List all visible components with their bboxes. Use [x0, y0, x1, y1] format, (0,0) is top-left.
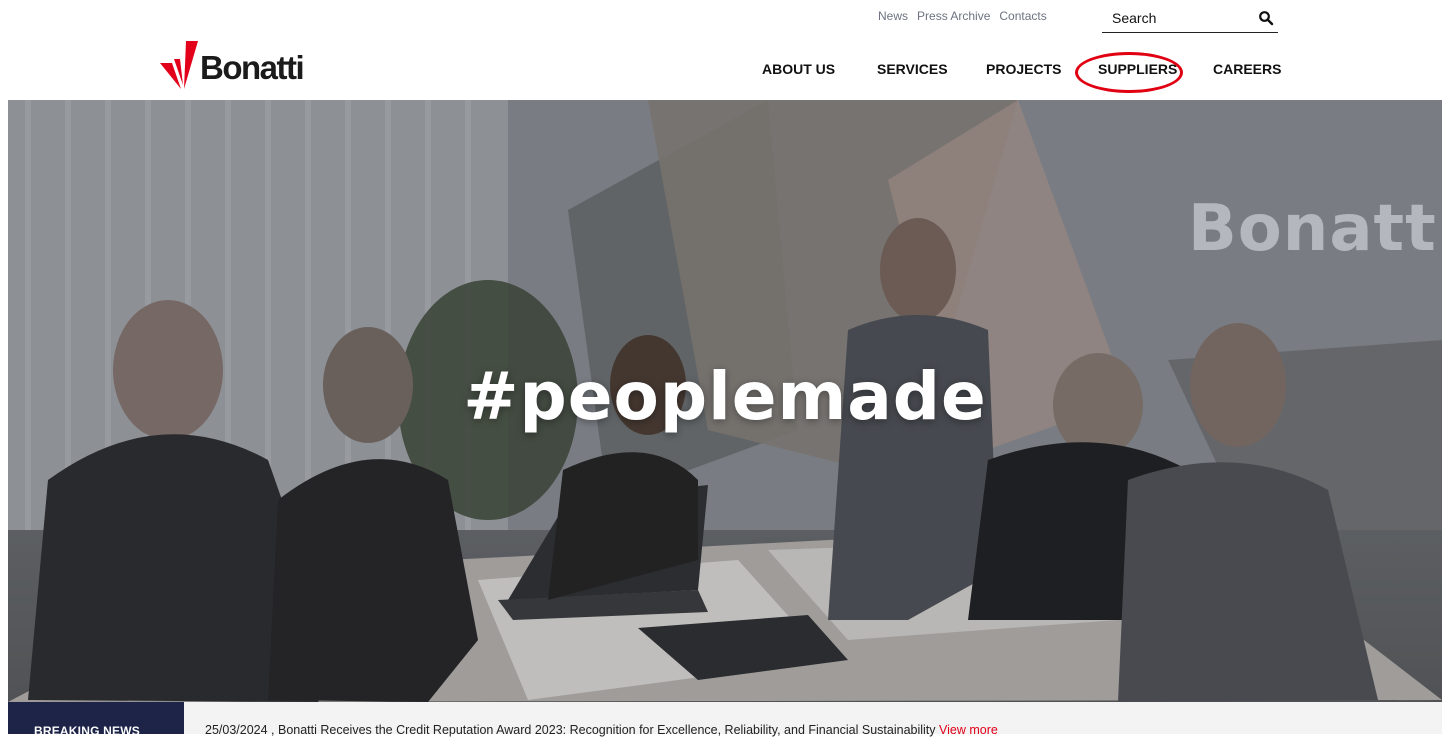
- utility-links: News Press Archive Contacts: [878, 9, 1047, 23]
- search-box: [1102, 4, 1278, 33]
- breaking-news-item: 25/03/2024 , Bonatti Receives the Credit…: [205, 723, 998, 737]
- utility-link-news[interactable]: News: [878, 9, 908, 23]
- breaking-news-bar: BREAKING NEWS 25/03/2024 , Bonatti Recei…: [8, 702, 1442, 738]
- breaking-news-text: 25/03/2024 , Bonatti Receives the Credit…: [205, 723, 936, 737]
- nav-careers[interactable]: CAREERS: [1213, 61, 1281, 77]
- search-icon[interactable]: [1258, 10, 1274, 26]
- view-more-link[interactable]: View more: [939, 723, 998, 737]
- search-input[interactable]: [1102, 8, 1252, 28]
- nav-projects[interactable]: PROJECTS: [986, 61, 1061, 77]
- breaking-news-label: BREAKING NEWS: [8, 702, 184, 738]
- bonatti-logo[interactable]: Bonatti: [160, 40, 305, 90]
- utility-link-press-archive[interactable]: Press Archive: [917, 9, 990, 23]
- utility-link-contacts[interactable]: Contacts: [999, 9, 1046, 23]
- nav-suppliers[interactable]: SUPPLIERS: [1098, 61, 1177, 77]
- logo-wordmark: Bonatti: [200, 49, 305, 86]
- site-header: News Press Archive Contacts Bonatti ABOU…: [0, 0, 1442, 100]
- nav-services[interactable]: SERVICES: [877, 61, 948, 77]
- hero-headline: #peoplemade: [463, 358, 987, 435]
- bonatti-logo-mark-icon: [160, 41, 198, 89]
- wall-logo-text: Bonatti: [1188, 192, 1442, 266]
- nav-about-us[interactable]: ABOUT US: [762, 61, 835, 77]
- hero-banner: Bonatti #peoplemade: [8, 100, 1442, 702]
